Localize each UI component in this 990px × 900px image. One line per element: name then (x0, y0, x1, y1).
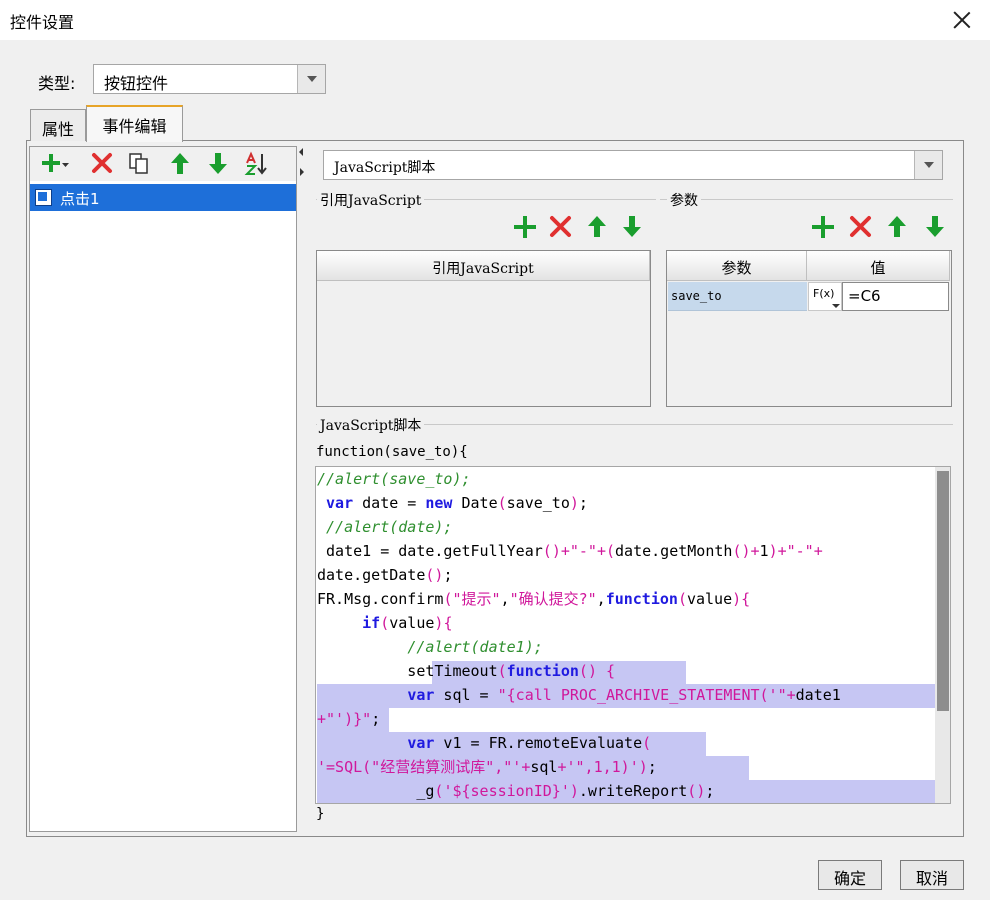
add-icon[interactable] (40, 151, 69, 177)
ref-js-toolbar (506, 212, 646, 242)
code-line: //alert(date); (326, 518, 453, 536)
params-table: 参数 值 (666, 250, 952, 407)
copy-icon[interactable] (127, 151, 153, 177)
code-line: FR.Msg.confirm("提示","确认提交?",function(val… (317, 590, 751, 608)
delete-icon[interactable] (548, 214, 574, 240)
code-line: setTimeout(function() { (317, 662, 616, 680)
ref-js-table: 引用JavaScript (316, 250, 651, 407)
code-line: if(value){ (362, 614, 453, 632)
chevron-down-icon (832, 304, 840, 308)
event-item-label: 点击1 (60, 190, 100, 208)
close-icon[interactable] (946, 4, 978, 36)
window-title: 控件设置 (10, 13, 75, 32)
ok-button[interactable]: 确定 (818, 860, 882, 890)
type-dropdown[interactable]: 按钮控件 (93, 64, 326, 94)
script-type-value: JavaScript脚本 (334, 160, 436, 176)
tab-properties[interactable]: 属性 (30, 109, 86, 141)
function-closing-brace: } (316, 806, 325, 822)
add-icon[interactable] (810, 214, 836, 240)
collapse-left-icon[interactable] (299, 148, 303, 156)
code-line: var date = new Date(save_to); (326, 494, 588, 512)
param-value-input[interactable]: =C6 (842, 282, 949, 311)
formula-button[interactable]: F(x) (808, 282, 842, 311)
type-label: 类型: (38, 74, 76, 93)
fx-icon: F(x) (813, 287, 835, 300)
move-up-icon[interactable] (885, 214, 911, 240)
move-down-icon[interactable] (923, 214, 949, 240)
code-line: var v1 = FR.remoteEvaluate( (407, 734, 652, 752)
delete-icon[interactable] (90, 151, 116, 177)
event-list-panel (29, 146, 297, 832)
param-value-column-header[interactable]: 值 (807, 251, 950, 281)
event-icon (35, 189, 52, 206)
group-divider (660, 199, 953, 200)
params-toolbar (806, 212, 951, 242)
expand-right-icon[interactable] (300, 168, 304, 176)
panel-splitter[interactable] (297, 146, 306, 832)
event-list-toolbar (30, 147, 296, 181)
params-group-title: 参数 (667, 190, 701, 210)
code-line: +"')}"; (317, 710, 381, 728)
move-up-icon[interactable] (168, 151, 194, 177)
event-list-item[interactable]: 点击1 (30, 184, 296, 211)
title-bar (0, 0, 990, 40)
code-line: date1 = date.getFullYear()+"-"+(date.get… (317, 542, 823, 560)
code-line: _g('${sessionID}').writeReport(); (317, 782, 715, 800)
type-dropdown-value: 按钮控件 (104, 74, 169, 93)
param-name-column-header[interactable]: 参数 (667, 251, 807, 281)
move-down-icon[interactable] (620, 214, 646, 240)
script-type-dropdown[interactable]: JavaScript脚本 (323, 150, 943, 180)
delete-icon[interactable] (848, 214, 874, 240)
chevron-down-icon[interactable] (297, 65, 325, 93)
code-line: date.getDate(); (317, 566, 453, 584)
param-name-cell[interactable]: save_to (668, 282, 807, 311)
code-line: '=SQL("经营结算测试库","'+sql+'",1,1)'); (317, 758, 657, 776)
function-signature: function(save_to){ (316, 444, 468, 460)
cancel-button[interactable]: 取消 (900, 860, 964, 890)
chevron-down-icon[interactable] (914, 151, 942, 179)
code-line: //alert(date1); (407, 638, 543, 656)
move-down-icon[interactable] (206, 151, 232, 177)
ref-js-group-title: 引用JavaScript (317, 190, 425, 210)
ref-js-column-header[interactable]: 引用JavaScript (317, 251, 650, 281)
code-line: var sql = "{call PROC_ARCHIVE_STATEMENT(… (407, 686, 841, 704)
code-line: //alert(save_to); (317, 470, 471, 488)
code-scrollbar-thumb[interactable] (937, 471, 949, 711)
move-up-icon[interactable] (585, 214, 611, 240)
add-icon[interactable] (512, 214, 538, 240)
sort-icon[interactable] (244, 151, 270, 177)
param-name-text: save_to (671, 289, 722, 303)
tab-event-editing[interactable]: 事件编辑 (86, 105, 183, 142)
script-group-title: JavaScript脚本 (317, 415, 425, 435)
